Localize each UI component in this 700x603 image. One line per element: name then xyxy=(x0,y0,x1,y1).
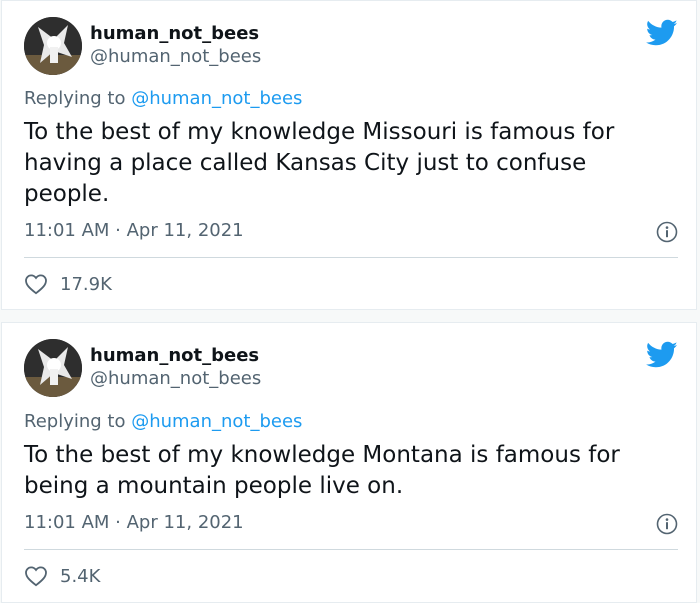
heart-icon xyxy=(25,274,47,295)
heart-icon xyxy=(25,566,47,587)
like-button[interactable]: 5.4K xyxy=(24,565,100,587)
divider xyxy=(24,257,678,258)
like-count: 5.4K xyxy=(60,565,101,587)
tweet-card: human_not_bees @human_not_bees Replying … xyxy=(1,322,697,603)
tweet-timestamp[interactable]: 11:01 AM · Apr 11, 2021 xyxy=(24,220,244,242)
replying-to: Replying to @human_not_bees xyxy=(24,88,302,110)
avatar[interactable] xyxy=(24,17,82,75)
twitter-bird-icon[interactable] xyxy=(646,19,678,47)
info-icon[interactable] xyxy=(656,513,678,535)
like-button[interactable]: 17.9K xyxy=(24,273,112,295)
twitter-bird-icon[interactable] xyxy=(646,341,678,369)
info-icon[interactable] xyxy=(656,221,678,243)
divider xyxy=(24,549,678,550)
tweet-timestamp[interactable]: 11:01 AM · Apr 11, 2021 xyxy=(24,512,244,534)
user-handle[interactable]: @human_not_bees xyxy=(90,46,261,68)
replying-mention-link[interactable]: @human_not_bees xyxy=(131,88,302,109)
replying-prefix: Replying to xyxy=(24,88,132,109)
display-name[interactable]: human_not_bees xyxy=(90,345,259,367)
like-count: 17.9K xyxy=(60,273,112,295)
avatar[interactable] xyxy=(24,339,82,397)
tweet-card: human_not_bees @human_not_bees Replying … xyxy=(1,0,697,310)
tweet-text: To the best of my knowledge Montana is f… xyxy=(24,442,620,499)
replying-mention-link[interactable]: @human_not_bees xyxy=(131,411,302,432)
user-handle[interactable]: @human_not_bees xyxy=(90,368,261,390)
tweet-text: To the best of my knowledge Missouri is … xyxy=(24,119,615,207)
display-name[interactable]: human_not_bees xyxy=(90,23,259,45)
replying-to: Replying to @human_not_bees xyxy=(24,411,302,433)
replying-prefix: Replying to xyxy=(24,411,132,432)
